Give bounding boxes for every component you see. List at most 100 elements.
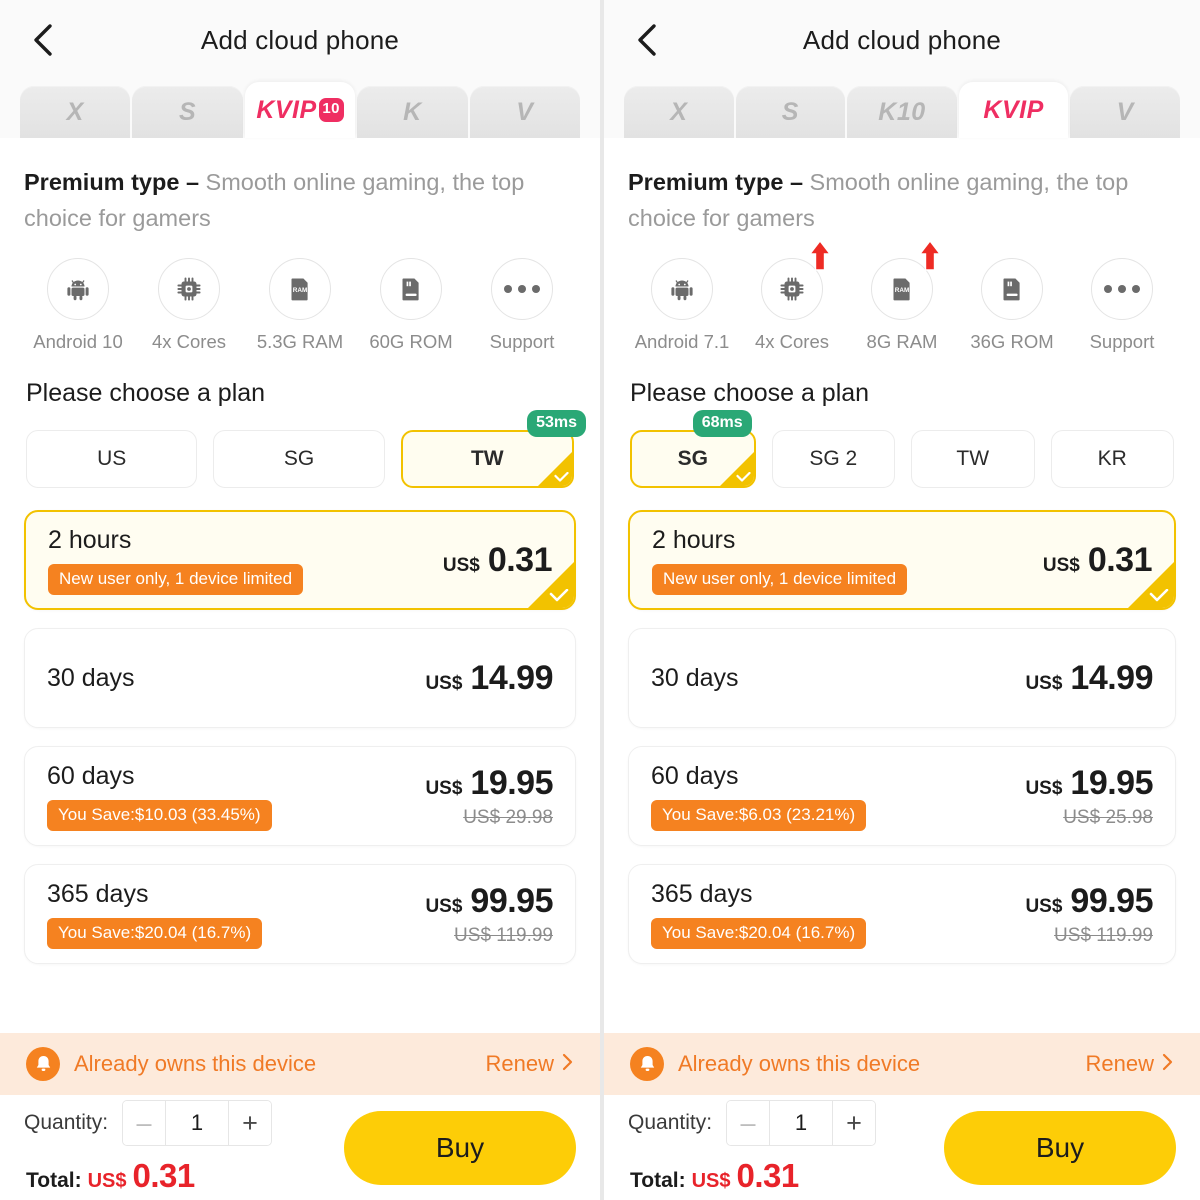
quantity-value[interactable]: 1 [769,1101,834,1145]
already-owned-banner: Already owns this device Renew [0,1033,600,1095]
quantity-increment-button[interactable]: + [833,1101,876,1145]
spec-item[interactable]: Support [1072,258,1172,353]
plan-pricing: US$ 19.95 US$ 25.98 [1025,764,1153,829]
tab-kvip[interactable]: KVIP 10 [244,82,356,138]
plan-card[interactable]: 2 hours New user only, 1 device limited US… [24,510,576,610]
ram-icon: RAM [269,258,331,320]
back-button[interactable] [630,23,664,57]
svg-text:RAM: RAM [895,287,910,294]
original-price: US$ 25.98 [1063,806,1153,828]
dual-panel-screenshot: Add cloud phone X S KVIP 10 K V Premium type – … [0,0,1200,1200]
plan-info: 365 days You Save:$20.04 (16.7%) [651,879,867,949]
tab-label: K [403,97,422,126]
spec-label: 36G ROM [970,331,1054,352]
spec-item: Android 10 [28,258,128,353]
tab-s[interactable]: S [132,86,243,138]
price-currency: US$ [442,554,480,576]
back-button[interactable] [26,23,60,57]
price-currency: US$ [425,777,463,799]
plan-card[interactable]: 365 days You Save:$20.04 (16.7%) US$ 99.95 U… [628,864,1176,964]
buy-button[interactable]: Buy [344,1110,576,1185]
plan-card[interactable]: 365 days You Save:$20.04 (16.7%) US$ 99.95 U… [24,864,576,964]
plan-card[interactable]: 2 hours New user only, 1 device limited US… [628,510,1176,610]
plan-duration: 60 days [47,761,135,790]
plan-card[interactable]: 30 days US$ 14.99 [628,628,1176,728]
total-amount: 0.31 [132,1157,196,1194]
quantity-block: Quantity: –1 + Total: US$ 0.31 [24,1100,273,1195]
rom-icon [981,258,1043,320]
price-row: US$ 19.95 [1025,764,1153,803]
tab-k10[interactable]: K10 [847,86,957,138]
region-option[interactable]: TW [911,430,1035,488]
app-bar: Add cloud phone [604,0,1200,80]
svg-text:RAM: RAM [293,287,308,294]
plan-card[interactable]: 60 days You Save:$10.03 (33.45%) US$ 19.95 U… [24,746,576,846]
plan-card[interactable]: 30 days US$ 14.99 [24,628,576,728]
price-amount: 14.99 [470,658,553,697]
quantity-label: Quantity: [628,1111,713,1134]
total-label: Total: [630,1169,686,1192]
region-option[interactable]: SG 68ms [630,410,756,488]
phone-screen-left: Add cloud phone X S KVIP 10 K V Premium type – … [0,0,600,1200]
price-amount: 99.95 [470,881,553,920]
region-option[interactable]: SG [213,430,385,488]
tab-label: X [670,97,688,126]
tab-k[interactable]: K [357,86,468,138]
plan-card[interactable]: 60 days You Save:$6.03 (23.21%) US$ 19.95 US… [628,746,1176,846]
region-label: KR [1097,447,1127,470]
price-amount: 14.99 [1070,658,1153,697]
price-currency: US$ [1025,672,1063,694]
premium-description: Premium type – Smooth online gaming, the… [24,138,576,236]
tab-label: KVIP [983,95,1044,124]
price-currency: US$ [425,895,463,917]
quantity-value[interactable]: 1 [165,1101,230,1145]
quantity-decrement-button[interactable]: – [123,1101,166,1145]
buy-button[interactable]: Buy [944,1110,1176,1185]
plan-duration: 365 days [651,879,753,908]
plan-tag: You Save:$10.03 (33.45%) [47,799,272,831]
spec-label: 60G ROM [369,331,453,352]
more-dots [1104,285,1140,293]
plan-pricing: US$ 14.99 [425,659,553,698]
original-price: US$ 119.99 [454,924,553,946]
plan-pricing: US$ 99.95 US$ 119.99 [1025,882,1153,947]
purchase-bar: Quantity: –1 + Total: US$ 0.31 Buy [604,1095,1200,1200]
bell-icon [26,1047,60,1081]
quantity-decrement-button[interactable]: – [727,1101,770,1145]
tab-bar: X S KVIP 10 K V [0,80,600,138]
quantity-increment-button[interactable]: + [229,1101,272,1145]
region-option[interactable]: US [26,430,198,488]
plan-duration: 30 days [47,663,135,692]
total-row: Total: US$ 0.31 [24,1157,272,1195]
spec-label: Android 7.1 [634,331,730,352]
spec-label: 4x Cores [754,331,830,352]
tab-x[interactable]: X [20,86,131,138]
total-currency: US$ [691,1170,731,1192]
tab-v[interactable]: V [469,86,581,138]
tab-x[interactable]: X [624,86,734,138]
app-bar: Add cloud phone [0,0,600,80]
tab-label: V [1116,97,1134,126]
region-option[interactable]: TW 53ms [400,410,586,488]
price-currency: US$ [1025,777,1063,799]
tab-v[interactable]: V [1070,86,1180,138]
region-option[interactable]: KR [1050,430,1174,488]
spec-item: 4x Cores [742,239,842,353]
original-price: US$ 119.99 [1054,924,1153,946]
price-row: US$ 99.95 [425,882,553,921]
region-option[interactable]: SG 2 [771,430,895,488]
plan-tag: You Save:$20.04 (16.7%) [651,917,867,949]
already-owned-banner: Already owns this device Renew [604,1033,1200,1095]
spec-label: 5.3G RAM [256,331,344,352]
renew-button[interactable]: Renew [486,1051,574,1077]
renew-button[interactable]: Renew [1086,1051,1174,1077]
plan-list: 2 hours New user only, 1 device limited US… [24,488,576,964]
tab-s[interactable]: S [735,86,846,138]
tab-kvip[interactable]: KVIP [958,82,1069,138]
selected-corner-check [528,562,574,608]
plan-duration: 30 days [651,663,739,692]
spec-item: Android 7.1 [632,258,732,353]
owned-message: Already owns this device [678,1051,921,1076]
spec-item[interactable]: Support [472,258,572,353]
latency-badge: 68ms [692,410,752,437]
